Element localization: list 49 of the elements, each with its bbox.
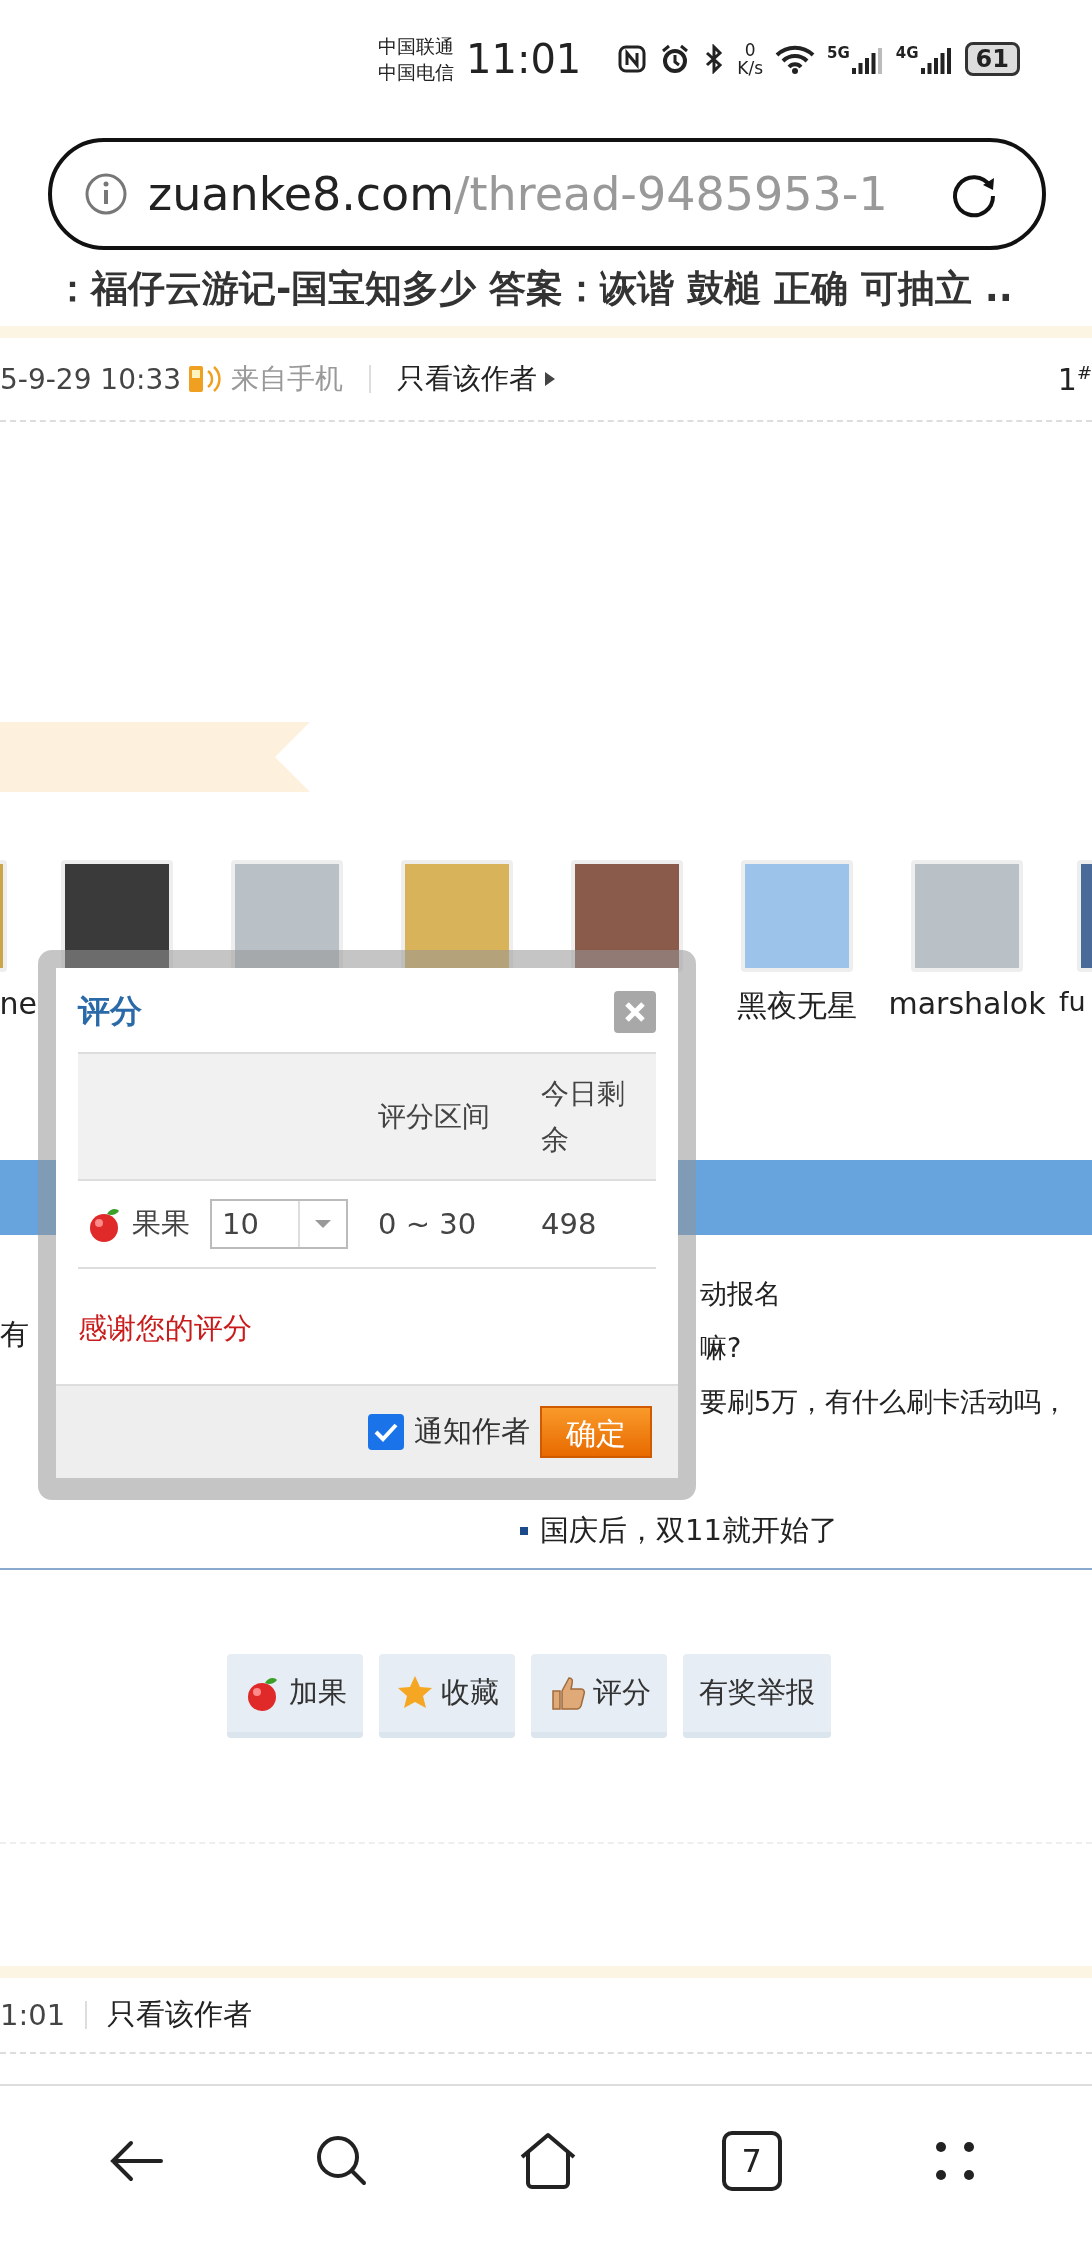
action-button[interactable]: 有奖举报 (683, 1654, 831, 1738)
action-button[interactable]: 收藏 (379, 1654, 515, 1738)
table-cell-text: 0 ~ 30 (378, 1207, 478, 1241)
check-icon (373, 1421, 399, 1443)
address-bar[interactable]: zuanke8.com/thread-9485953-1 (48, 138, 1046, 250)
table-cell-text: 498 (541, 1207, 598, 1241)
thread-title: ：福仔云游记-国宝知多少 答案：诙谐 鼓槌 正确 可抽立 .. (53, 266, 1014, 312)
thread-title[interactable]: 国庆后，双11就开始了 (540, 1511, 838, 1551)
battery-level: 61 (975, 45, 1009, 73)
carrier-name: 中国联通 (378, 34, 454, 59)
url-text: zuanke8.com/thread-9485953-1 (148, 167, 889, 221)
thread-title[interactable]: 嘛? (700, 1329, 1069, 1367)
post-time: 1:01 (0, 1998, 66, 2032)
thread-title[interactable]: 动报名 (700, 1275, 1069, 1313)
thanks-message: 感谢您的评分 (77, 1310, 253, 1347)
caret-icon (314, 1219, 332, 1229)
score-type: 果果 (132, 1205, 190, 1242)
avatar-image[interactable] (571, 860, 683, 972)
author-only-link[interactable]: 只看该作者 (107, 1995, 253, 2035)
tabs-button[interactable]: 7 (721, 2131, 782, 2191)
post-source: 来自手机 (231, 361, 344, 397)
rater-name[interactable]: 黑夜无星 (737, 986, 857, 1027)
dialog-title: 评分 (78, 991, 142, 1032)
column-header: 评分区间 (378, 1098, 491, 1135)
wifi-icon (775, 44, 815, 74)
floor-number: 1$^{#}$ (1057, 361, 1092, 397)
network-type: 4G (895, 44, 919, 62)
network-speed: K/s (737, 59, 763, 77)
notify-checkbox[interactable] (368, 1414, 404, 1450)
info-icon (84, 172, 128, 216)
checkbox-label: 通知作者 (414, 1413, 530, 1450)
rater-name[interactable]: fu (1059, 986, 1086, 1017)
carrier-name: 中国电信 (378, 60, 454, 85)
column-header: 今日剩余 (541, 1075, 626, 1158)
thread-title[interactable]: 要刷5万，有什么刷卡活动吗， (700, 1383, 1069, 1421)
rater-name[interactable]: marshalok (888, 986, 1046, 1021)
action-button[interactable]: 加果 (227, 1654, 363, 1738)
network-type: 5G (827, 44, 850, 62)
thread-title[interactable]: 有 (0, 1315, 29, 1355)
bullet-icon (520, 1527, 528, 1535)
score-select[interactable]: 10 (210, 1199, 348, 1249)
post-time: 5-9-29 10:33 (0, 362, 182, 396)
author-only-link[interactable]: 只看该作者 (397, 360, 538, 398)
network-speed: 0 (744, 41, 756, 59)
nfc-icon (617, 44, 648, 74)
action-button[interactable]: 评分 (531, 1654, 667, 1738)
rater-name[interactable]: ne (0, 986, 37, 1021)
close-icon (624, 1001, 646, 1023)
status-time: 11:01 (466, 36, 582, 82)
